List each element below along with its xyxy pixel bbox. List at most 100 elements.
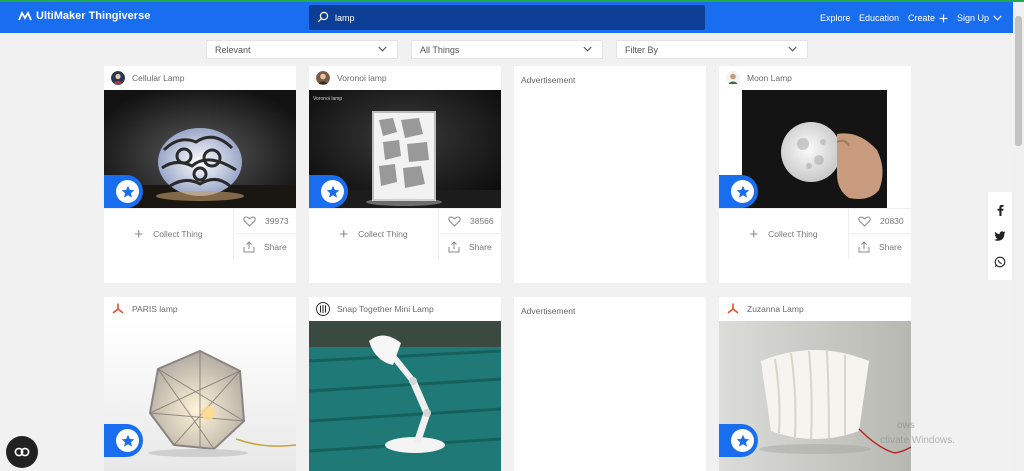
- avatar: [316, 302, 330, 316]
- twitter-icon[interactable]: [994, 231, 1006, 241]
- card-title[interactable]: Cellular Lamp: [132, 73, 184, 83]
- filter-by-dropdown[interactable]: Filter By: [616, 40, 808, 59]
- chevron-down-icon: [378, 46, 387, 52]
- advertisement-label: Advertisement: [521, 306, 576, 316]
- collect-label: Collect Thing: [358, 229, 408, 239]
- collect-thing-button[interactable]: + Collect Thing: [104, 209, 234, 259]
- thing-thumbnail[interactable]: [104, 321, 296, 471]
- featured-badge: [309, 175, 348, 208]
- card-title[interactable]: Zuzanna Lamp: [747, 304, 804, 314]
- featured-badge: [719, 175, 758, 208]
- chevron-down-icon: [583, 46, 592, 52]
- social-share-bar: [988, 192, 1012, 280]
- like-count: 38566: [470, 216, 494, 226]
- thing-card[interactable]: Moon Lamp + Collect Thing 20830 Share: [719, 66, 911, 283]
- card-header: Snap Together Mini Lamp: [309, 297, 501, 321]
- search-input[interactable]: [335, 9, 695, 26]
- card-title[interactable]: Moon Lamp: [747, 73, 792, 83]
- card-header: Moon Lamp: [719, 66, 911, 90]
- like-button[interactable]: 20830: [850, 209, 911, 234]
- ultimaker-avatar-icon: [112, 303, 124, 314]
- collect-label: Collect Thing: [768, 229, 818, 239]
- card-title[interactable]: PARIS lamp: [132, 304, 178, 314]
- logo[interactable]: UltiMaker Thingiverse: [18, 10, 150, 22]
- nav-education[interactable]: Education: [859, 13, 899, 23]
- share-icon: [448, 240, 460, 252]
- plus-icon: +: [339, 225, 349, 243]
- logo-text: UltiMaker Thingiverse: [36, 10, 151, 22]
- star-icon: [736, 185, 749, 198]
- sort-dropdown-value: Relevant: [215, 44, 251, 55]
- search-bar[interactable]: [309, 5, 705, 30]
- collect-thing-button[interactable]: + Collect Thing: [309, 209, 439, 259]
- thing-thumbnail[interactable]: [719, 90, 911, 208]
- avatar: [726, 71, 740, 85]
- card-header: Voronoi lamp: [309, 66, 501, 90]
- thing-thumbnail[interactable]: Voronoi lamp: [309, 90, 501, 208]
- featured-badge: [104, 175, 143, 208]
- cc-icon: [14, 447, 30, 457]
- share-button[interactable]: Share: [440, 234, 501, 259]
- thing-thumbnail[interactable]: [719, 321, 911, 471]
- floating-accessibility-button[interactable]: [6, 436, 38, 468]
- scrollbar[interactable]: [1013, 2, 1024, 471]
- card-footer: + Collect Thing 20830 Share: [719, 208, 911, 259]
- nav-create[interactable]: Create: [908, 13, 948, 23]
- heart-icon: [858, 215, 871, 227]
- ultimaker-avatar-icon: [727, 303, 739, 314]
- thing-card[interactable]: Cellular Lamp + Collect Thing 39973 Shar…: [104, 66, 296, 283]
- chevron-down-icon: [993, 15, 1002, 21]
- advertisement-slot: Advertisement: [514, 66, 706, 283]
- heart-icon: [243, 215, 256, 227]
- nav-signup[interactable]: Sign Up: [957, 13, 1002, 23]
- share-icon: [858, 240, 870, 252]
- collect-thing-button[interactable]: + Collect Thing: [719, 209, 849, 259]
- card-footer: + Collect Thing 39973 Share: [104, 208, 296, 259]
- whatsapp-icon[interactable]: [994, 256, 1006, 268]
- sort-dropdown[interactable]: Relevant: [206, 40, 398, 59]
- card-title[interactable]: Voronoi lamp: [337, 73, 387, 83]
- advertisement-slot: Advertisement: [514, 297, 706, 471]
- chevron-down-icon: [788, 46, 797, 52]
- card-footer: + Collect Thing 38566 Share: [309, 208, 501, 259]
- like-button[interactable]: 39973: [235, 209, 296, 234]
- plus-icon: +: [749, 225, 759, 243]
- svg-text:Voronoi lamp: Voronoi lamp: [313, 96, 342, 102]
- nav-signup-label: Sign Up: [957, 13, 990, 23]
- watermark-line1: ows: [897, 420, 915, 431]
- featured-badge: [719, 424, 758, 457]
- search-icon: [317, 11, 329, 23]
- card-header: Zuzanna Lamp: [719, 297, 911, 321]
- type-dropdown[interactable]: All Things: [411, 40, 603, 59]
- card-title[interactable]: Snap Together Mini Lamp: [337, 304, 434, 314]
- like-button[interactable]: 38566: [440, 209, 501, 234]
- nav-create-label: Create: [908, 13, 936, 23]
- avatar: [111, 71, 125, 85]
- activation-watermark: ows ctivate Windows.: [880, 418, 955, 448]
- thing-card[interactable]: PARIS lamp: [104, 297, 296, 471]
- advertisement-label: Advertisement: [521, 75, 576, 85]
- share-button[interactable]: Share: [235, 234, 296, 259]
- star-icon: [326, 185, 339, 198]
- star-icon: [121, 434, 134, 447]
- facebook-icon[interactable]: [995, 204, 1005, 216]
- site-header: UltiMaker Thingiverse Explore Education …: [0, 2, 1013, 33]
- share-label: Share: [469, 241, 492, 252]
- heart-icon: [448, 215, 461, 227]
- thing-card[interactable]: Snap Together Mini Lamp: [309, 297, 501, 471]
- plus-icon: [939, 14, 948, 22]
- share-button[interactable]: Share: [850, 234, 911, 259]
- like-count: 39973: [265, 216, 289, 226]
- avatar: [316, 71, 330, 85]
- thing-thumbnail[interactable]: [309, 321, 501, 471]
- share-label: Share: [879, 241, 902, 252]
- star-icon: [121, 185, 134, 198]
- scrollbar-thumb[interactable]: [1015, 16, 1022, 146]
- nav-explore[interactable]: Explore: [820, 13, 851, 23]
- thing-thumbnail[interactable]: [104, 90, 296, 208]
- star-icon: [736, 434, 749, 447]
- thing-card[interactable]: Voronoi lamp Voronoi lamp + Collect Thin…: [309, 66, 501, 283]
- featured-badge: [104, 424, 143, 457]
- share-icon: [243, 240, 255, 252]
- share-label: Share: [264, 241, 287, 252]
